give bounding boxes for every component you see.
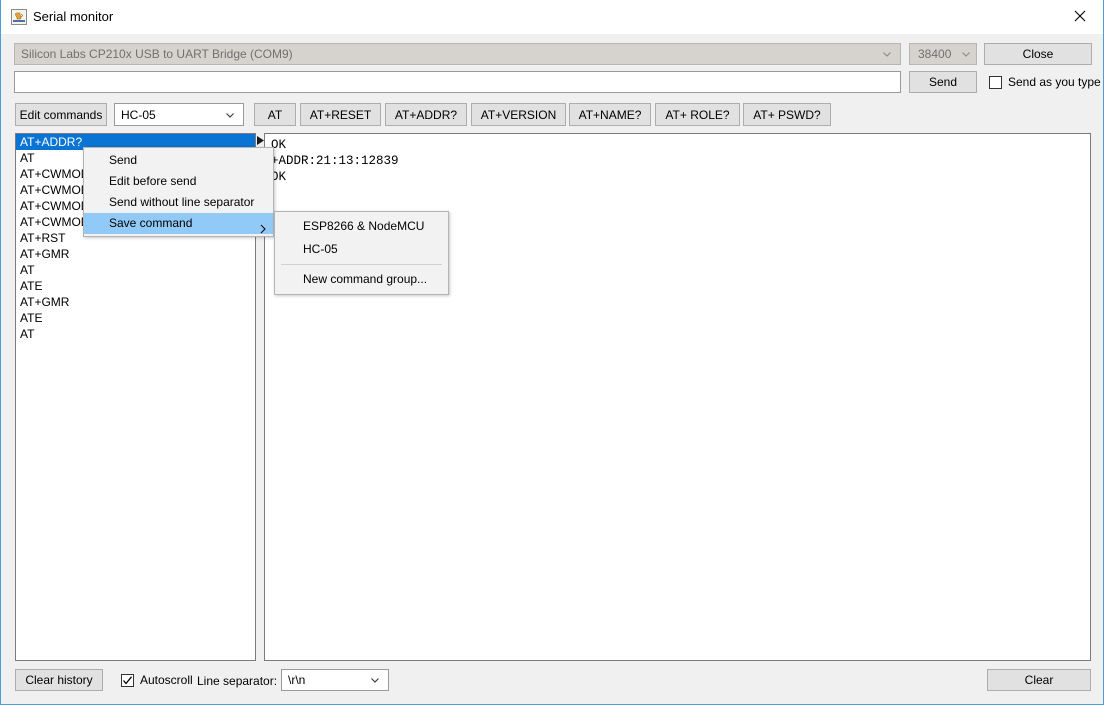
submenu-item-hc-05[interactable]: HC-05 — [275, 238, 448, 261]
command-button-label: AT+ PSWD? — [753, 107, 821, 122]
history-list-item[interactable]: AT — [16, 326, 255, 342]
command-button-label: AT+ ROLE? — [665, 107, 730, 122]
submenu-item-label: New command group... — [303, 272, 428, 286]
chevron-down-icon — [369, 674, 381, 686]
command-button-at-name[interactable]: AT+NAME? — [569, 103, 651, 126]
clear-history-button[interactable]: Clear history — [15, 669, 103, 691]
close-connection-button[interactable]: Close — [984, 43, 1092, 65]
submenu-item-new-command-group[interactable]: New command group... — [275, 268, 448, 291]
java-coffee-cup-icon — [11, 9, 27, 25]
line-separator-label: Line separator: — [197, 674, 278, 688]
history-list-item[interactable]: AT+GMR — [16, 246, 255, 262]
command-button-at-version[interactable]: AT+VERSION — [471, 103, 566, 126]
submenu-item-label: HC-05 — [303, 242, 338, 256]
context-menu-item-send[interactable]: Send — [84, 150, 273, 171]
chevron-down-icon — [224, 109, 236, 121]
command-button-at-reset[interactable]: AT+RESET — [300, 103, 381, 126]
submenu-item-esp8266-nodemcu[interactable]: ESP8266 & NodeMCU — [275, 215, 448, 238]
command-button-label: AT+VERSION — [480, 107, 557, 122]
command-button-at-pswd[interactable]: AT+ PSWD? — [743, 103, 831, 126]
command-button-label: AT+NAME? — [578, 107, 642, 122]
command-button-at[interactable]: AT — [254, 103, 296, 126]
edit-commands-button[interactable]: Edit commands — [15, 103, 107, 126]
baud-rate-combo[interactable]: 38400 — [909, 43, 977, 65]
autoscroll-label: Autoscroll — [140, 673, 193, 687]
history-context-menu: Send Edit before send Send without line … — [83, 147, 274, 237]
context-menu-item-label: Edit before send — [109, 174, 197, 188]
baud-rate-value: 38400 — [918, 47, 952, 61]
close-button[interactable] — [1057, 0, 1103, 32]
context-menu-item-edit-before-send[interactable]: Edit before send — [84, 171, 273, 192]
context-menu-item-save-command[interactable]: Save command — [84, 213, 273, 234]
history-list-item[interactable]: ATE — [16, 278, 255, 294]
command-button-label: AT+RESET — [309, 107, 372, 122]
command-group-value: HC-05 — [121, 107, 156, 122]
command-group-combo[interactable]: HC-05 — [114, 103, 244, 126]
serial-port-combo[interactable]: Silicon Labs CP210x USB to UART Bridge (… — [14, 43, 901, 65]
save-command-submenu: ESP8266 & NodeMCU HC-05 New command grou… — [274, 211, 449, 295]
checkmark-icon — [123, 675, 133, 685]
send-as-you-type-checkbox[interactable]: Send as you type — [989, 75, 1101, 89]
history-list-item[interactable]: AT — [16, 262, 255, 278]
edit-commands-label: Edit commands — [19, 107, 103, 122]
chevron-down-icon — [881, 48, 893, 60]
context-menu-item-label: Send — [109, 153, 138, 167]
send-button-label: Send — [928, 75, 958, 89]
serial-port-value: Silicon Labs CP210x USB to UART Bridge (… — [21, 47, 293, 61]
send-button[interactable]: Send — [909, 71, 977, 93]
clear-terminal-button[interactable]: Clear — [987, 669, 1091, 691]
serial-monitor-window: Serial monitor Silicon Labs CP210x USB t… — [0, 0, 1104, 705]
context-menu-item-label: Send without line separator — [109, 195, 255, 209]
send-input[interactable] — [14, 71, 901, 93]
close-connection-label: Close — [1022, 47, 1054, 61]
context-menu-item-send-without-line-separator[interactable]: Send without line separator — [84, 192, 273, 213]
window-title: Serial monitor — [33, 9, 114, 24]
chevron-down-icon — [960, 48, 972, 60]
command-button-at-role[interactable]: AT+ ROLE? — [655, 103, 740, 126]
autoscroll-checkbox[interactable]: Autoscroll — [121, 673, 193, 687]
context-menu-item-label: Save command — [109, 216, 193, 230]
send-as-you-type-label: Send as you type — [1008, 75, 1101, 89]
command-button-label: AT+ADDR? — [394, 107, 458, 122]
checkbox-box — [121, 673, 134, 687]
command-button-at-addr[interactable]: AT+ADDR? — [385, 103, 467, 126]
line-separator-value: \r\n — [288, 673, 306, 687]
line-separator-combo[interactable]: \r\n — [281, 669, 389, 691]
history-list-item[interactable]: ATE — [16, 310, 255, 326]
checkbox-box — [989, 75, 1002, 89]
close-icon — [1074, 10, 1086, 22]
clear-history-label: Clear history — [25, 673, 93, 687]
history-list-item[interactable]: AT+GMR — [16, 294, 255, 310]
clear-terminal-label: Clear — [1024, 673, 1054, 687]
submenu-item-label: ESP8266 & NodeMCU — [303, 219, 425, 233]
submenu-separator — [281, 264, 442, 265]
title-bar: Serial monitor — [1, 0, 1103, 34]
command-button-label: AT — [267, 107, 283, 122]
terminal-output-text: OK +ADDR:21:13:12839 OK — [271, 138, 399, 184]
chevron-right-icon — [259, 219, 267, 233]
